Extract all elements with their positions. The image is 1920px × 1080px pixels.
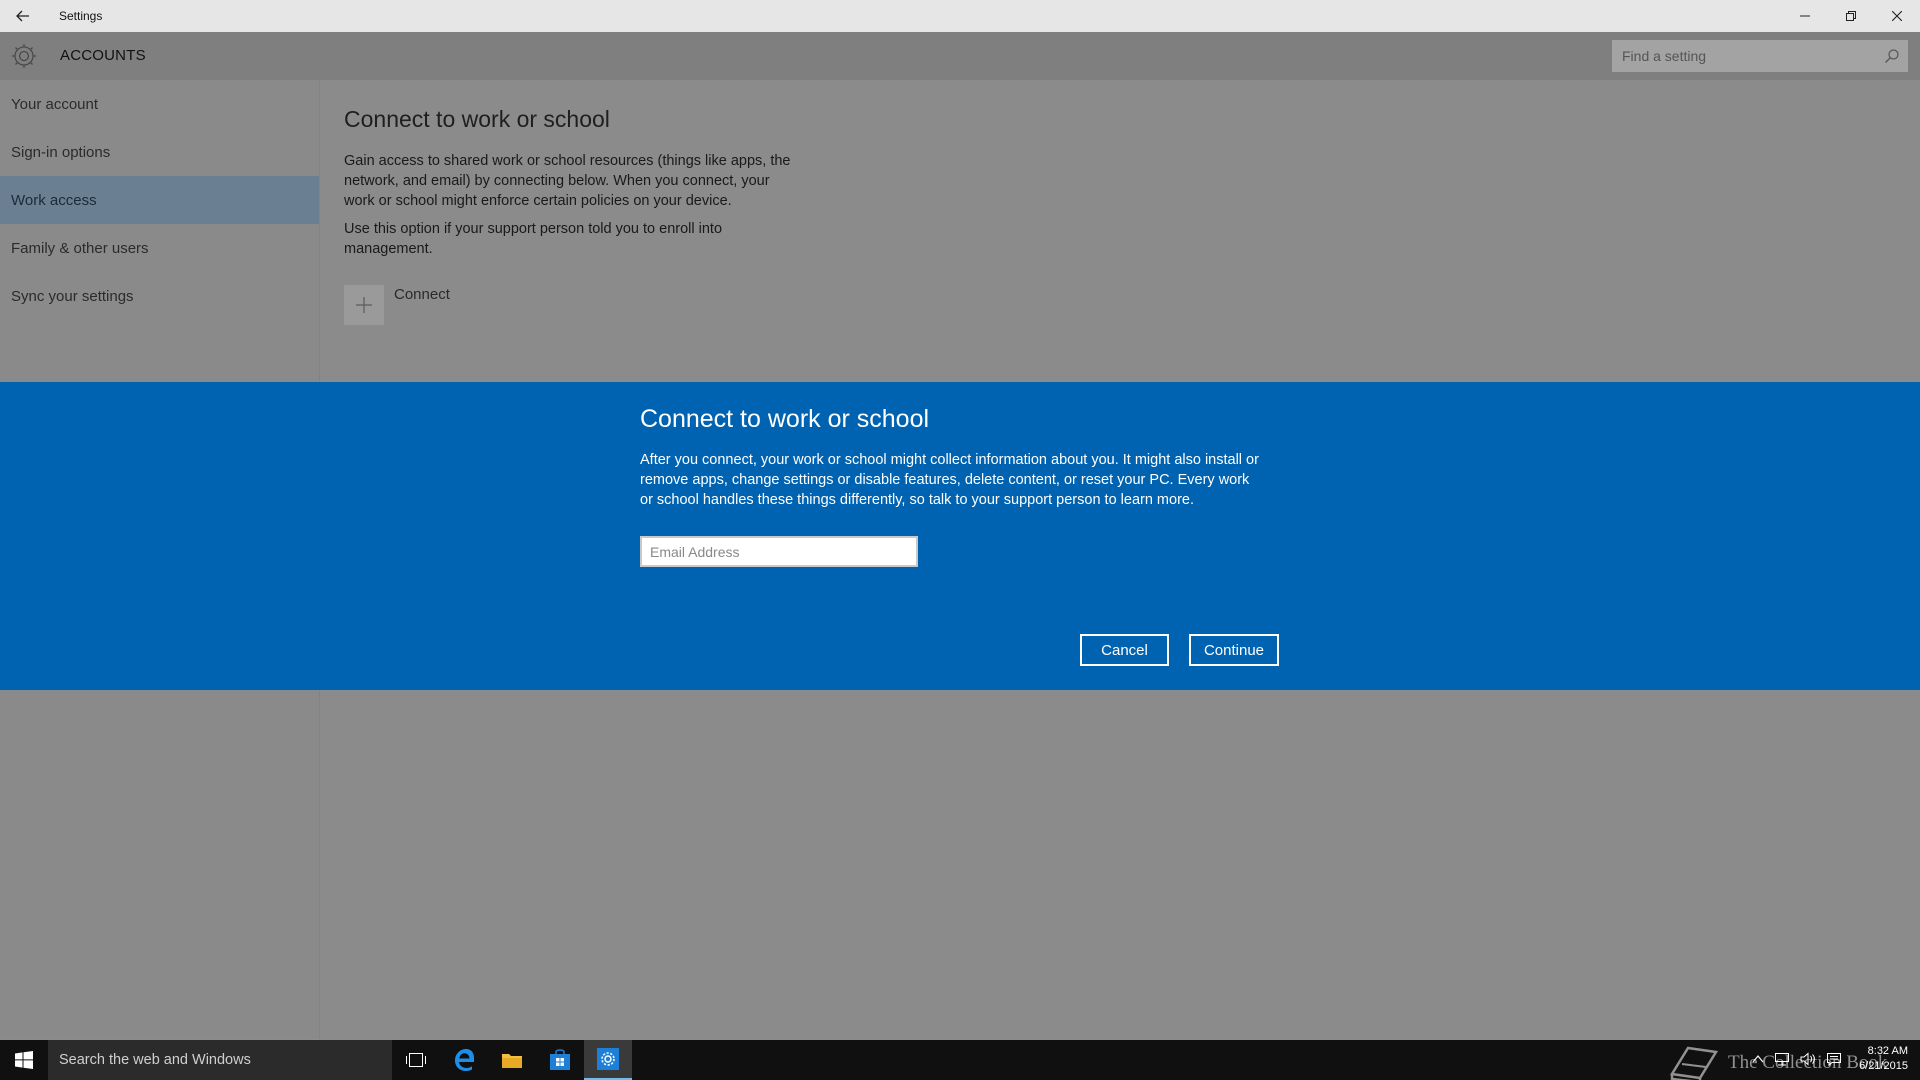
minimize-button[interactable] [1782,0,1828,32]
close-icon [1892,11,1902,21]
clock-date: 6/21/2015 [1859,1060,1908,1072]
app-header: ACCOUNTS [0,32,1920,80]
restore-icon [1846,11,1856,21]
task-view-button[interactable] [392,1040,440,1080]
folder-icon [502,1054,522,1068]
store-bag-icon [550,1049,570,1070]
system-clock[interactable]: 8:32 AM 6/21/2015 [1859,1044,1908,1074]
enroll-note: Use this option if your support person t… [344,221,723,257]
section-title: ACCOUNTS [60,47,146,64]
network-icon[interactable] [1774,1052,1790,1066]
settings-taskbar-button[interactable] [584,1040,632,1080]
taskbar-search-box[interactable]: Search the web and Windows [48,1040,392,1080]
gear-icon [12,44,36,68]
minimize-icon [1800,15,1810,17]
title-bar: Settings [0,0,1920,32]
start-button[interactable] [0,1040,48,1080]
window-controls [1782,0,1920,32]
search-icon[interactable] [1884,48,1900,64]
back-arrow-icon [16,10,29,22]
dialog-title: Connect to work or school [640,405,930,433]
notification-center-icon[interactable] [1826,1052,1842,1066]
page-title: Connect to work or school [344,106,610,132]
file-explorer-button[interactable] [488,1040,536,1080]
system-tray [1752,1052,1842,1066]
connect-label: Connect [394,286,450,303]
dialog-buttons: Cancel Continue [1080,634,1279,666]
sidebar-item-your-account[interactable]: Your account [0,80,319,128]
edge-browser-button[interactable] [440,1040,488,1080]
windows-logo-icon [15,1051,33,1069]
find-setting-box[interactable] [1612,40,1908,72]
clock-time: 8:32 AM [1867,1045,1908,1057]
find-setting-input[interactable] [1622,48,1872,64]
task-view-icon [406,1053,426,1067]
sidebar-item-sync-settings[interactable]: Sync your settings [0,272,319,320]
book-logo-icon [1669,1046,1719,1080]
plus-icon [356,297,372,313]
volume-icon[interactable] [1800,1052,1816,1066]
close-button[interactable] [1874,0,1920,32]
chevron-up-icon[interactable] [1752,1052,1764,1066]
description-paragraph: Gain access to shared work or school res… [344,153,791,209]
email-address-input[interactable] [640,536,918,567]
store-button[interactable] [536,1040,584,1080]
dialog-body: Connect to work or school After you conn… [640,382,1280,567]
edge-icon [455,1049,474,1071]
restore-button[interactable] [1828,0,1874,32]
window-title: Settings [59,9,103,23]
connect-dialog: Connect to work or school After you conn… [0,382,1920,690]
sidebar-item-work-access[interactable]: Work access [0,176,319,224]
cancel-button[interactable]: Cancel [1080,634,1169,666]
dialog-message: After you connect, your work or school m… [640,452,1259,508]
connect-tile[interactable] [344,285,384,325]
settings-gear-icon [597,1048,619,1070]
sidebar-item-family-other-users[interactable]: Family & other users [0,224,319,272]
taskbar: Search the web and Windows The Collectio… [0,1040,1920,1080]
continue-button[interactable]: Continue [1189,634,1279,666]
main-content: Connect to work or school Gain access to… [344,80,1904,325]
sidebar-item-sign-in-options[interactable]: Sign-in options [0,128,319,176]
back-button[interactable] [0,0,46,32]
connect-button[interactable]: Connect [344,285,1904,325]
